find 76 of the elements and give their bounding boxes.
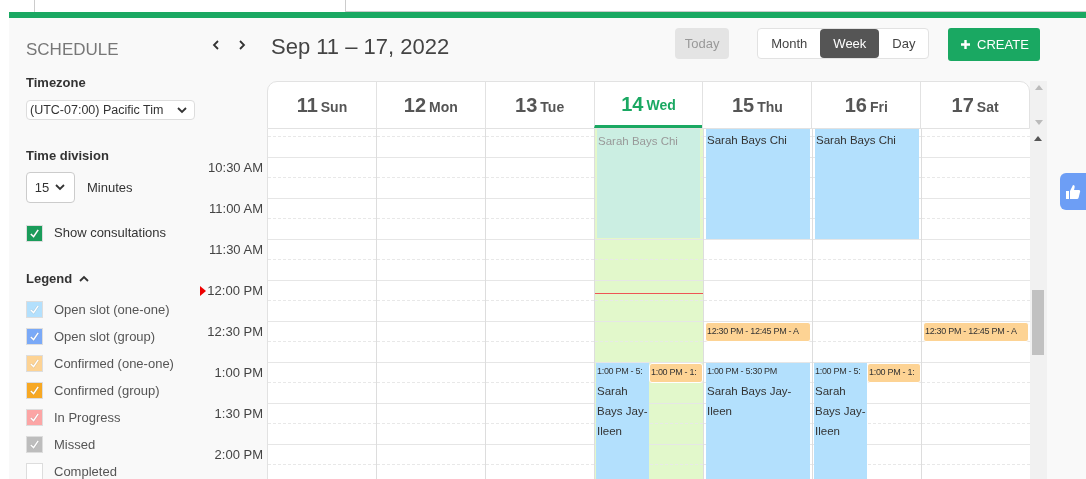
time-label: 1:00 PM: [214, 365, 263, 381]
event-block[interactable]: 1:00 PM - 1:: [649, 363, 703, 383]
time-label: 10:30 AM: [208, 160, 263, 176]
day-header[interactable]: 12 Mon: [375, 82, 485, 128]
legend-label: Confirmed (one-one): [54, 354, 174, 373]
event-time: 1:00 PM - 5:: [597, 365, 644, 378]
arrow-down-icon: [1034, 120, 1043, 125]
checkbox[interactable]: [26, 435, 43, 453]
timezone-label: Timezone: [26, 74, 87, 92]
time-label: 11:30 AM: [209, 242, 263, 258]
schedule-title: SCHEDULE: [26, 39, 120, 59]
check-icon: [29, 411, 40, 423]
time-division-label: Time division: [26, 147, 110, 166]
event-title: Sarah Bays Chi: [816, 133, 897, 148]
time-label: 11:00 AM: [209, 201, 263, 217]
check-icon: [29, 303, 40, 315]
legend-label: Open slot (one-one): [54, 300, 170, 319]
legend-label: In Progress: [54, 408, 121, 427]
day-header[interactable]: 17 Sat: [920, 82, 1029, 128]
checkbox[interactable]: [26, 462, 43, 479]
time-division-select[interactable]: 15: [26, 171, 75, 203]
timezone-select[interactable]: (UTC-07:00) Pacific Tim: [26, 99, 195, 121]
event-block[interactable]: 1:00 PM - 5: Sarah Bays Jay-Ileen: [814, 363, 867, 479]
day-header[interactable]: 15 Thu: [702, 82, 812, 128]
event-block[interactable]: 1:00 PM - 1:: [867, 363, 921, 383]
legend-label: Confirmed (group): [54, 381, 160, 400]
checkbox[interactable]: [26, 225, 43, 242]
legend-label: Open slot (group): [54, 327, 156, 346]
show-consultations-label: Show consultations: [54, 223, 166, 242]
event-block[interactable]: Sarah Bays Chi: [706, 129, 810, 239]
chevron-right-icon: [236, 39, 248, 51]
event-title: Sarah Bays Chi: [598, 134, 679, 149]
event-title: Sarah Bays Jay-Ileen: [707, 384, 793, 419]
event-time: 1:00 PM - 5:30 PM: [707, 365, 778, 378]
view-tab[interactable]: Day: [879, 29, 929, 58]
checkbox[interactable]: [26, 408, 43, 426]
event-block[interactable]: 1:00 PM - 5:30 PM Sarah Bays Jay-Ileen: [706, 363, 810, 479]
view-tab[interactable]: Month: [758, 29, 821, 58]
legend-label: Completed: [54, 462, 117, 479]
check-icon: [29, 357, 40, 369]
event-title: Sarah Bays Chi: [707, 133, 788, 148]
checkbox[interactable]: [26, 354, 43, 372]
view-tab[interactable]: Week: [820, 29, 880, 58]
event-block[interactable]: 12:30 PM - 12:45 PM - A: [923, 322, 1029, 342]
now-marker-icon: [200, 286, 207, 296]
minutes-label: Minutes: [87, 178, 133, 197]
time-label: 12:00 PM: [200, 283, 263, 299]
checkbox[interactable]: [26, 300, 43, 318]
time-label: 2:00 PM: [214, 447, 263, 463]
time-label: 1:30 PM: [214, 406, 263, 422]
event-title: Sarah Bays Jay-Ileen: [597, 384, 648, 439]
check-icon: [29, 330, 40, 342]
event-block[interactable]: 1:00 PM - 5: Sarah Bays Jay-Ileen: [596, 363, 649, 479]
thumbs-up-button[interactable]: [1060, 173, 1086, 210]
check-icon: [29, 228, 40, 239]
legend-toggle[interactable]: Legend: [26, 269, 91, 289]
event-title: Sarah Bays Jay-Ileen: [815, 384, 866, 439]
event-time: 1:00 PM - 5:: [815, 365, 862, 378]
arrow-up-icon: [1034, 136, 1042, 141]
checkbox[interactable]: [26, 381, 43, 399]
day-header[interactable]: 16 Fri: [811, 82, 921, 128]
day-header[interactable]: 13 Tue: [484, 82, 594, 128]
time-label: 12:30 PM: [207, 324, 263, 340]
legend-label: Missed: [54, 435, 96, 454]
day-header[interactable]: 11 Sun: [268, 82, 376, 128]
plus-icon: [960, 39, 972, 50]
arrow-up-icon: [1034, 85, 1043, 90]
check-icon: [29, 384, 40, 396]
scrollbar-thumb[interactable]: [1032, 290, 1044, 355]
date-range-title: Sep 11 – 17, 2022: [271, 33, 450, 61]
checkbox[interactable]: [26, 327, 43, 345]
check-icon: [29, 438, 40, 450]
thumbs-up-icon: [1065, 183, 1081, 200]
chevron-left-icon: [210, 39, 222, 51]
event-block[interactable]: 12:30 PM - 12:45 PM - A: [705, 322, 811, 342]
event-block[interactable]: Sarah Bays Chi: [815, 129, 919, 239]
